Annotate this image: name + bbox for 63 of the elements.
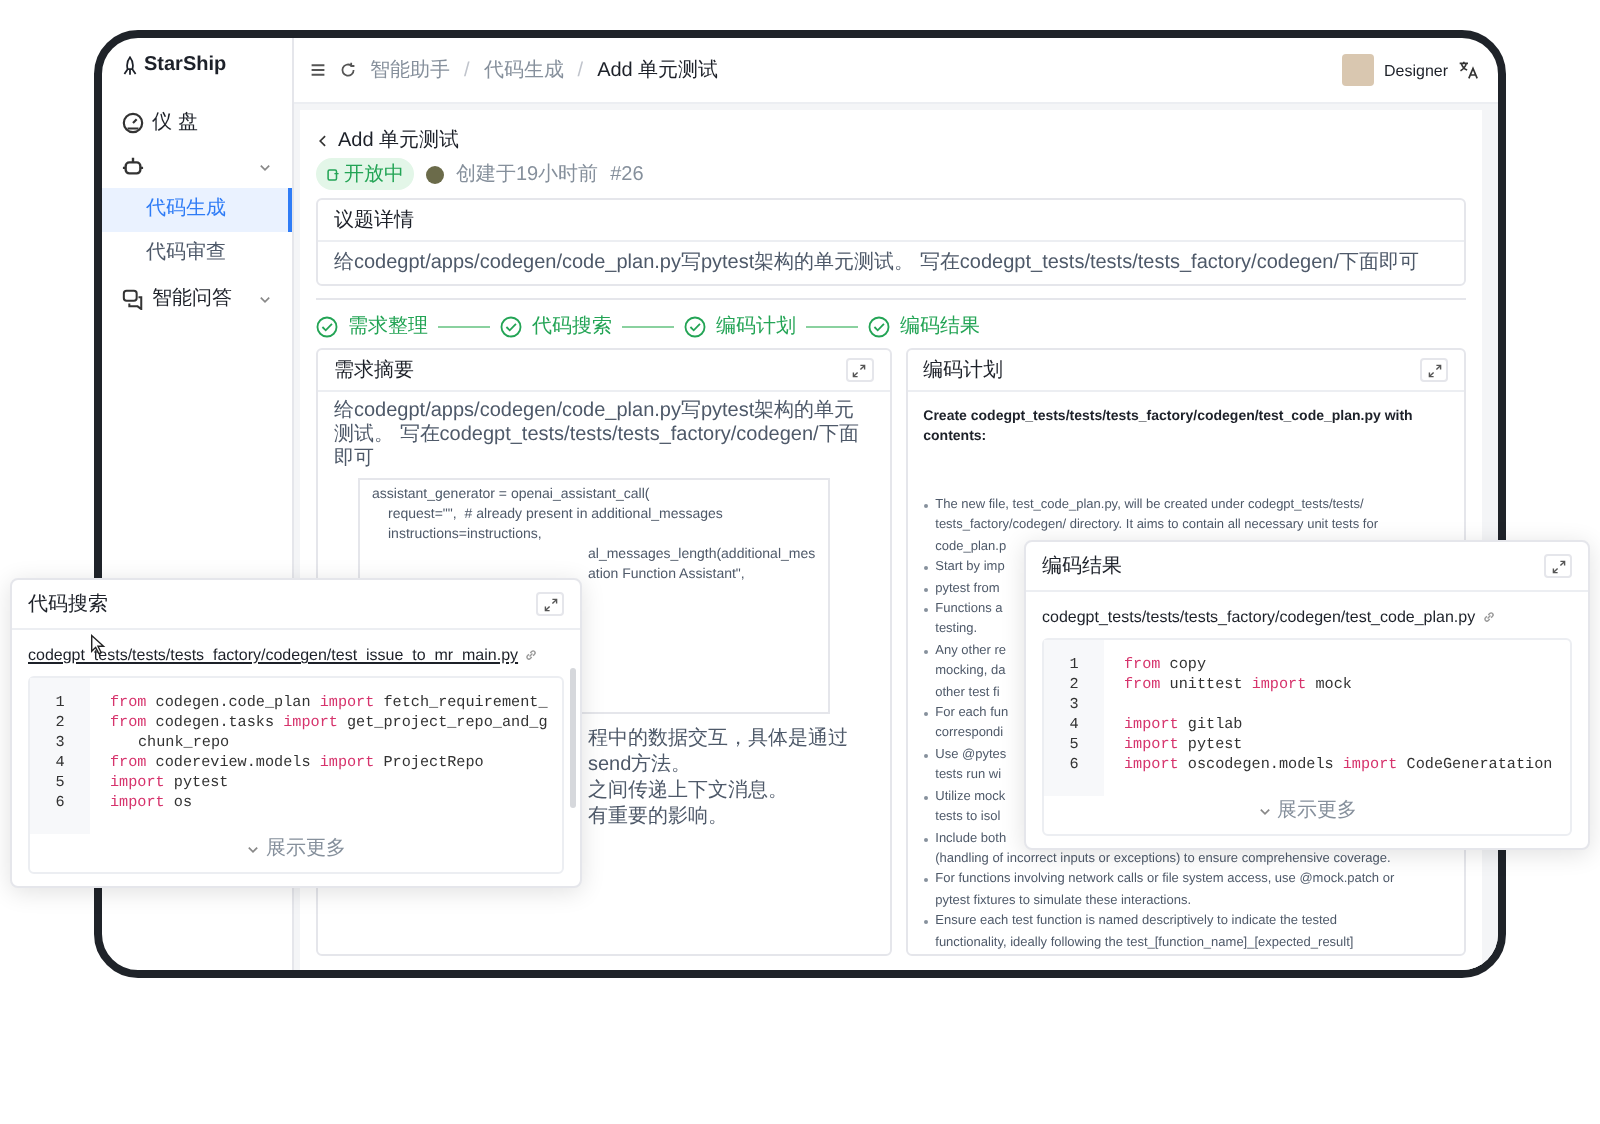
issue-number: #26 [610,163,644,185]
breadcrumb-link[interactable]: Add 单元测试 [597,56,719,84]
summary-text: 给codegpt/apps/codegen/code_plan.py写pytest架构的单元测试。 写在codegpt_tests/tests/tests_factory/codegen/下面即可 [334,400,861,472]
refresh-icon[interactable] [340,62,356,78]
chevron-icon [258,159,272,173]
translate-icon[interactable] [1458,60,1478,80]
step-label: 编码结果 [900,313,980,340]
scrollbar[interactable] [570,668,576,808]
detail-text: 给codegpt/apps/codegen/code_plan.py写pytest架构的单元测试。 写在codegpt_tests/tests/tests_factory/codegen/下面即可 [332,249,1421,278]
logo-icon [122,55,138,75]
app-logo: StarShip [144,54,227,76]
bullet-dot [923,753,928,758]
expand-button[interactable] [536,592,564,616]
bullet-dot [923,795,928,800]
panel-title: 编码结果 [1042,553,1122,580]
bullet-dot [923,608,928,613]
expand-icon [1551,559,1565,573]
sidebar-subitem[interactable]: 代码审查 [102,232,292,276]
status-tag: 开放中 [316,158,414,190]
sidebar-item[interactable]: 仪 盘 [102,100,292,144]
expand-button[interactable] [1420,358,1448,382]
user-name[interactable]: Designer [1383,61,1448,79]
summary-note: 程中的数据交互，具体是通过send方法。 [588,726,850,778]
avatar-image [426,165,444,183]
expand-icon [852,363,867,377]
expand-button[interactable] [1544,554,1572,578]
created-time: 创建于19小时前 [456,161,599,188]
expand-icon [1427,363,1441,377]
link-icon [1481,610,1496,624]
chevron-icon [258,291,272,305]
bullet-dot [923,878,928,883]
bullet-dot [923,566,928,571]
step-label: 编码计划 [716,313,796,340]
menu-icon[interactable] [310,62,326,78]
expand-icon [543,597,557,611]
step-label: 代码搜索 [532,313,612,340]
issue-title: Add 单元测试 [338,127,460,154]
dashboard-icon [122,111,144,133]
bullet-dot [923,587,928,592]
robot-icon [122,155,144,177]
bullet-dot [923,712,928,717]
sidebar-item[interactable]: 智能问答 [102,276,292,320]
summary-note: 有重要的影响。 [588,804,730,830]
file-link[interactable]: codegpt_tests/tests/tests_factory/codegen/test_issue_to_mr_main.py [28,646,519,664]
back-icon[interactable] [316,133,330,147]
file-link[interactable]: codegpt_tests/tests/tests_factory/codegen/test_code_plan.py [1042,608,1476,626]
panel-title: 编码计划 [923,357,1004,384]
chat-icon [122,287,144,309]
bullet-dot [923,649,928,654]
breadcrumb-separator: / [464,59,470,81]
section-title: 议题详情 [334,207,414,234]
link-icon [524,648,539,662]
breadcrumb-separator: / [577,59,584,81]
expand-button[interactable] [845,358,874,382]
chevron-icon [246,841,260,855]
chevron-icon [1257,803,1271,817]
status-icon [326,167,340,181]
bullet-dot [923,920,928,925]
step-label: 需求整理 [348,313,428,340]
sidebar-subitem[interactable]: 代码生成 [102,188,292,232]
panel-title: 需求摘要 [334,357,414,384]
panel-title: 代码搜索 [28,591,108,618]
summary-note: 之间传递上下文消息。 [588,778,790,804]
